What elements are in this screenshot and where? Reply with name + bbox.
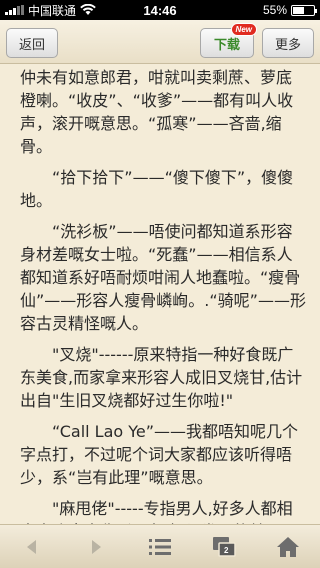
signal-icon [5,5,24,15]
tabs-button[interactable]: 2 [204,529,244,565]
paragraph: “拾下拾下”——“傻下傻下”，傻傻地。 [20,168,294,210]
battery-percent: 55% [262,3,287,17]
bottom-toolbar: 2 [0,524,320,568]
status-bar: 中国联通 14:46 55% [0,0,320,20]
battery-fill [293,6,304,14]
tab-count: 2 [224,545,229,555]
back-button[interactable]: 返回 [6,28,58,58]
home-button[interactable] [268,529,308,565]
battery-icon [291,4,317,16]
new-badge: New [230,23,257,36]
back-arrow-icon [27,539,36,554]
wifi-icon [80,4,96,16]
download-label: 下载 [213,37,240,53]
forward-arrow-button[interactable] [76,529,116,565]
download-button[interactable]: 下载 New [200,23,257,58]
paragraph: 仲未有如意郎君，咁就叫卖剩蔗、萝底橙喇。“收皮”、“收爹”——都有叫人收声，滚开… [20,68,294,156]
home-icon [277,536,299,557]
carrier-name: 中国联通 [28,3,77,18]
paragraph: "叉烧"------原来特指一种好食既广东美食,而家拿来形容人成旧叉烧甘,估计出… [20,345,303,410]
list-icon [149,538,171,555]
forward-arrow-icon [92,539,101,554]
status-right: 55% [262,3,317,17]
top-nav-bar: 返回 下载 New 更多 [0,20,320,64]
list-button[interactable] [140,529,180,565]
paragraph: “Call Lao Ye”——我都唔知呢几个字点打，不过呢个词大家都应该听得唔少… [20,422,299,487]
more-button[interactable]: 更多 [262,28,314,58]
status-left: 中国联通 [5,2,96,19]
paragraph: "麻甩佬"-----专指男人,好多人都相当喜欢拿来称呼朋友,好似发哥的某 [20,499,293,524]
back-arrow-button[interactable] [12,529,52,565]
article-content[interactable]: 仲未有如意郎君，咁就叫卖剩蔗、萝底橙喇。“收皮”、“收爹”——都有叫人收声，滚开… [0,64,320,524]
paragraph: “洗衫板”——唔使问都知道系形容身材差嘅女士啦。“死蠢”——相信系人都知道系好唔… [20,222,306,333]
